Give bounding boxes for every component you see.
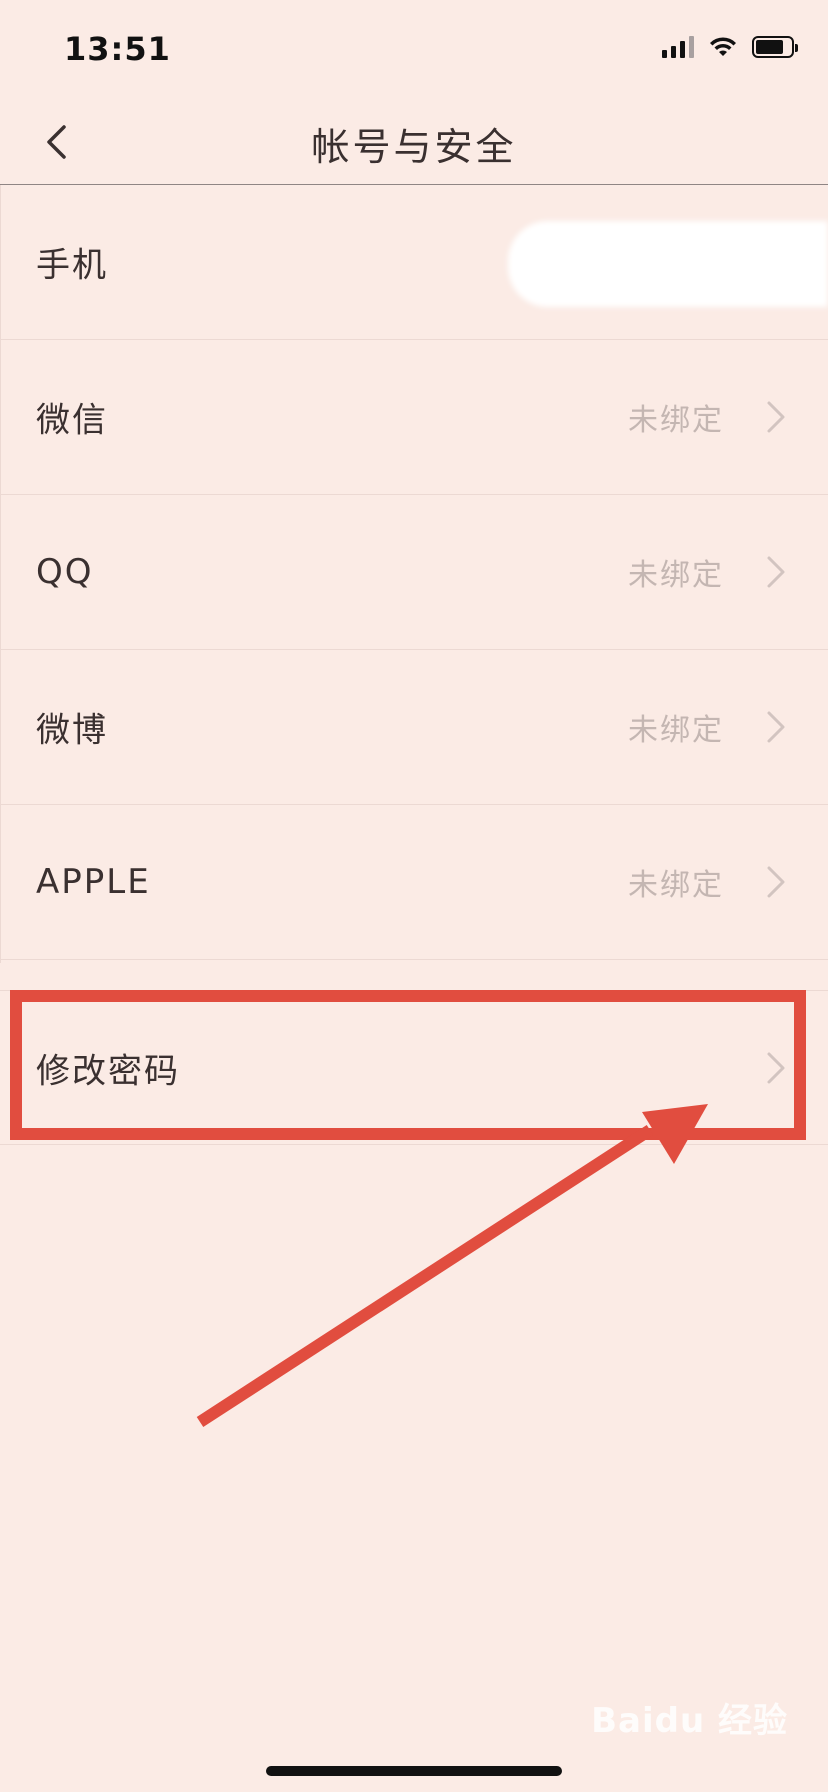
phone-row-label: 手机 [36,245,108,286]
battery-icon [752,36,798,58]
chevron-right-icon [767,556,785,588]
weibo-status: 未绑定 [628,713,724,748]
chevron-right-icon [767,401,785,433]
change-password-label: 修改密码 [36,1051,180,1091]
qq-row-label: QQ [36,552,94,592]
nav-bar: 帐号与安全 [0,100,828,185]
chevron-right-icon [767,711,785,743]
weibo-row-label: 微博 [36,710,108,751]
wifi-icon [710,37,736,56]
wechat-row-label: 微信 [36,400,108,441]
status-time: 13:51 [64,30,171,68]
cellular-signal-icon [662,36,694,58]
chevron-right-icon [767,1052,785,1083]
weibo-row[interactable]: 微博 未绑定 [0,650,828,805]
account-binding-list: 手机 微信 未绑定 QQ 未绑定 微博 未绑定 APPLE 未绑定 [0,185,828,960]
qq-row[interactable]: QQ 未绑定 [0,495,828,650]
chevron-right-icon [767,866,785,898]
page-title: 帐号与安全 [311,125,517,169]
wechat-status: 未绑定 [628,403,724,438]
baidu-watermark: Baidu 经验 [591,1701,788,1741]
status-icons [662,36,798,58]
qq-status: 未绑定 [628,558,724,593]
list-left-border [0,185,1,963]
home-indicator[interactable] [266,1766,562,1776]
redacted-phone-number [508,221,828,307]
apple-row-label: APPLE [36,862,151,902]
status-bar: 13:51 [0,0,828,100]
change-password-row[interactable]: 修改密码 [0,990,828,1145]
apple-row[interactable]: APPLE 未绑定 [0,805,828,960]
phone-row[interactable]: 手机 [0,185,828,340]
wechat-row[interactable]: 微信 未绑定 [0,340,828,495]
apple-status: 未绑定 [628,868,724,903]
